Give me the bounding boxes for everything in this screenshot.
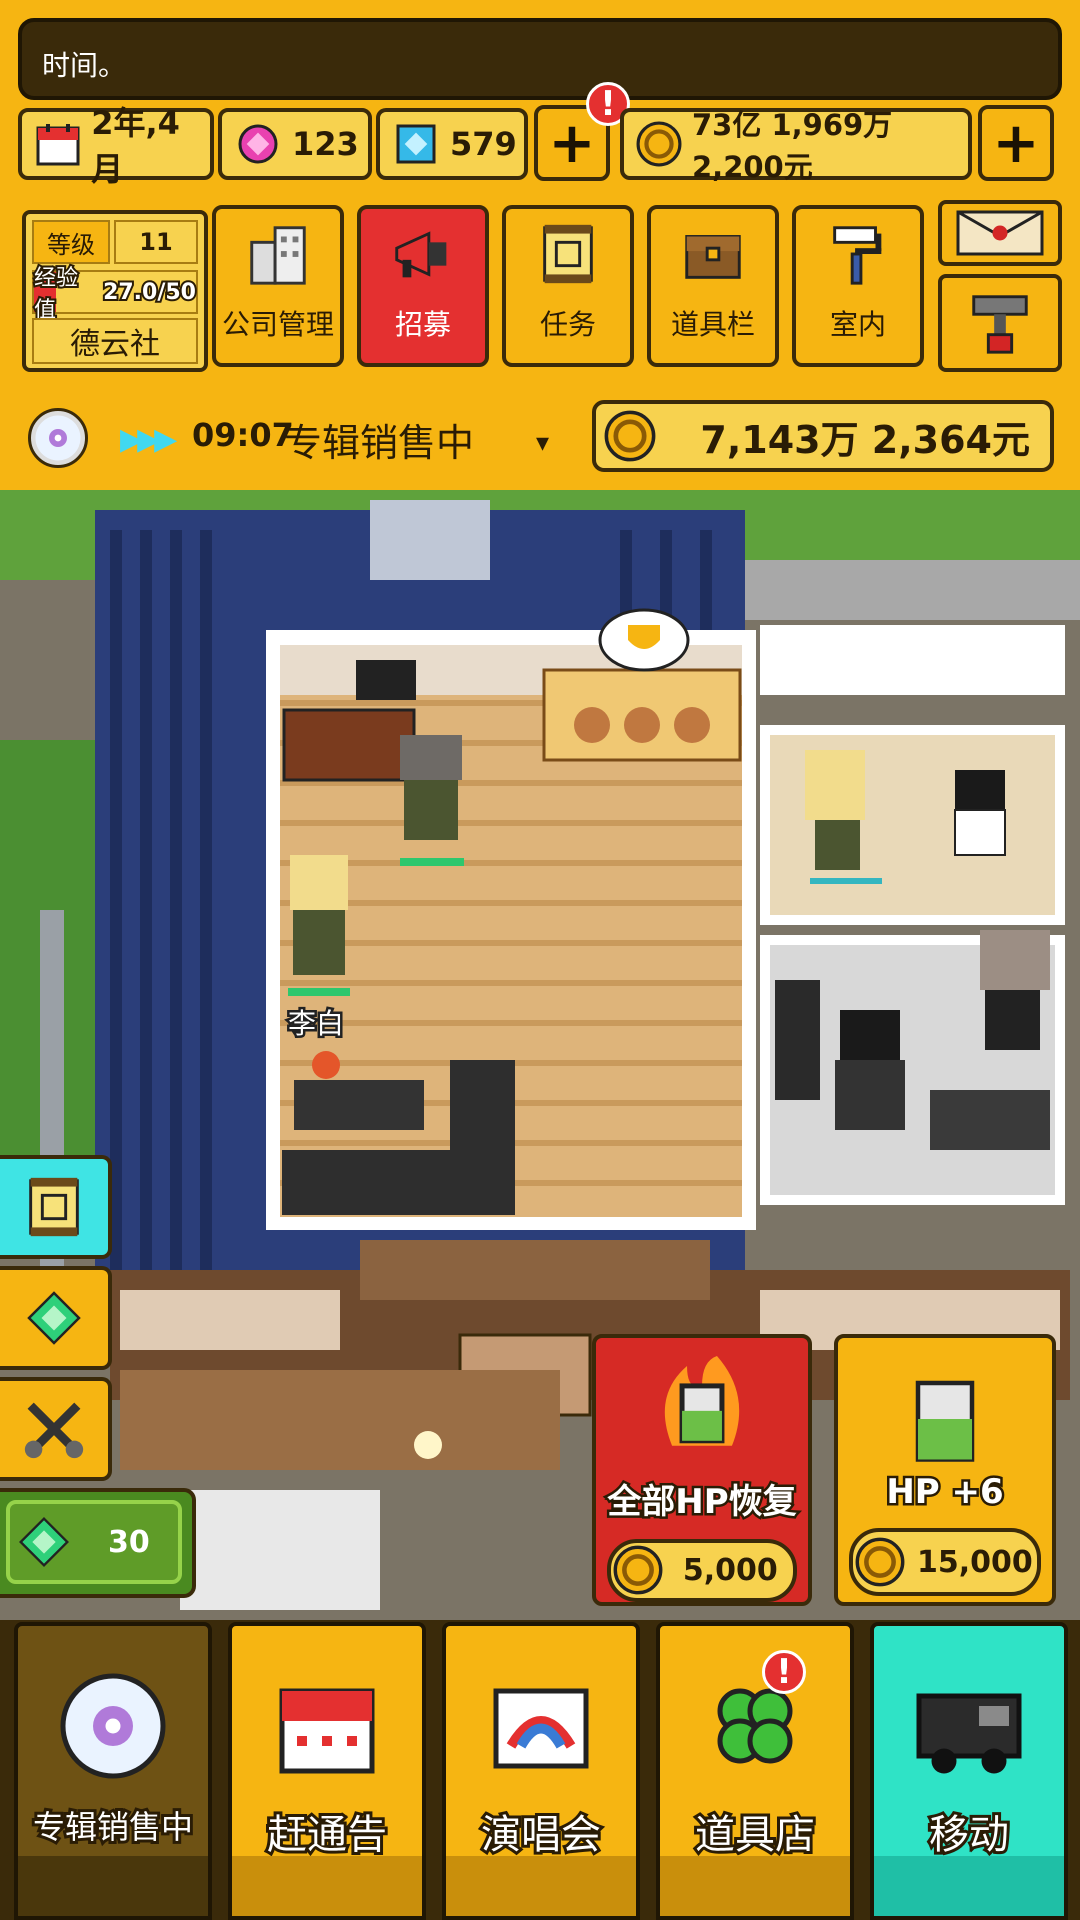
mail-and-build-stack	[938, 200, 1062, 372]
exp-value: 27.0/50	[101, 278, 198, 307]
recruit-button[interactable]: 招募	[357, 205, 489, 367]
coin-icon	[855, 1537, 905, 1587]
diamond-count: 30	[108, 1524, 150, 1560]
status-timer: 09:07	[192, 416, 294, 454]
nav-rush-schedule-label: 赶通告	[264, 1809, 390, 1861]
nav-album-sales-label: 专辑销售中	[30, 1805, 196, 1849]
nav-album-sales[interactable]: 专辑销售中	[14, 1622, 212, 1920]
hp-plus-six-button[interactable]: HP +6 15,000	[834, 1334, 1056, 1606]
earnings-text: 7,143万 2,364元	[700, 417, 1030, 462]
blue-gem-count: 579	[450, 125, 517, 163]
album-disc-icon	[28, 408, 88, 468]
money-text: 73亿 1,969万 2,200元	[692, 108, 893, 184]
nav-rush-schedule[interactable]: 赶通告	[228, 1622, 426, 1920]
hammer-icon	[972, 295, 1028, 354]
earnings-coin-icon	[604, 410, 656, 462]
building-icon	[250, 226, 306, 285]
full-hp-restore-cost-value: 5,000	[682, 1552, 778, 1588]
level-value: 11	[114, 220, 198, 264]
nav-concert-label: 演唱会	[478, 1809, 604, 1861]
megaphone-icon	[395, 231, 447, 278]
scroll-icon	[543, 224, 593, 284]
diamond-button[interactable]	[0, 1266, 112, 1370]
character-name-label: 李白	[285, 1005, 346, 1043]
nav-item-shop[interactable]: 道具店	[656, 1622, 854, 1920]
date-text: 2年,4月	[91, 104, 180, 188]
tasks-button[interactable]: 任务	[502, 205, 634, 367]
inventory-button[interactable]: 道具栏	[647, 205, 779, 367]
interior-button[interactable]: 室内	[792, 205, 924, 367]
status-activity: 专辑销售中	[284, 421, 475, 465]
dropdown-arrow-icon[interactable]: ▾	[536, 428, 549, 458]
nav-item-shop-label: 道具店	[692, 1809, 818, 1861]
company-name: 德云社	[32, 318, 198, 364]
tasks-label: 任务	[539, 308, 596, 341]
full-hp-restore-cost: 5,000	[606, 1538, 798, 1602]
item-shop-alert-badge: !	[762, 1650, 806, 1694]
company-management-label: 公司管理	[221, 308, 334, 341]
mail-button[interactable]	[938, 200, 1062, 266]
van-icon	[916, 1693, 1022, 1774]
green-gem-icon	[19, 1517, 69, 1567]
full-hp-restore-label: 全部HP恢复	[605, 1479, 799, 1524]
pink-gem-icon	[234, 120, 282, 168]
hp-plus-six-cost-value: 15,000	[916, 1544, 1033, 1580]
envelope-icon	[956, 210, 1044, 256]
calendar-icon	[279, 1688, 375, 1774]
nav-concert[interactable]: 演唱会	[442, 1622, 640, 1920]
nav-move[interactable]: 移动	[870, 1622, 1068, 1920]
coin-icon	[636, 120, 682, 168]
earnings-bar: 7,143万 2,364元	[592, 400, 1054, 472]
tools-button[interactable]	[0, 1377, 112, 1481]
level-panel: 等级 11 经验值 27.0/50 德云社	[22, 210, 208, 372]
blue-gem-display: 579	[376, 108, 528, 180]
green-gem-icon	[27, 1291, 81, 1345]
chest-icon	[685, 235, 741, 279]
scroll-icon	[29, 1177, 79, 1237]
message-bar: 时间。	[18, 18, 1062, 100]
diamond-counter[interactable]: 30	[0, 1488, 196, 1598]
level-label: 等级	[32, 220, 110, 264]
paint-roller-icon	[833, 226, 882, 285]
fast-forward-icon: ▶▶▶	[120, 422, 177, 457]
rainbow-stage-icon	[493, 1688, 589, 1769]
money-display: 73亿 1,969万 2,200元	[620, 108, 972, 184]
date-display: 2年,4月	[18, 104, 214, 188]
full-hp-restore-button[interactable]: 全部HP恢复 5,000	[592, 1334, 812, 1606]
interior-label: 室内	[829, 308, 886, 341]
calendar-icon	[34, 120, 81, 168]
pink-gem-count: 123	[292, 125, 359, 163]
recruit-label: 招募	[394, 308, 451, 341]
hp-plus-six-cost: 15,000	[848, 1528, 1042, 1596]
coin-icon	[613, 1545, 663, 1595]
build-button[interactable]	[938, 274, 1062, 372]
company-management-button[interactable]: 公司管理	[212, 205, 344, 367]
add-money-button[interactable]: +	[978, 105, 1054, 181]
quest-scroll-button[interactable]	[0, 1155, 112, 1259]
exp-label: 经验值	[32, 264, 80, 325]
album-disc-icon	[60, 1673, 166, 1779]
inventory-label: 道具栏	[670, 308, 755, 341]
pink-gem-display: 123	[218, 108, 372, 180]
jar-icon	[915, 1380, 975, 1462]
hp-plus-six-label: HP +6	[884, 1470, 1006, 1515]
nav-move-label: 移动	[926, 1809, 1012, 1861]
crossed-tools-icon	[24, 1402, 84, 1459]
flaming-jar-icon	[664, 1355, 740, 1446]
blue-gem-icon	[392, 120, 440, 168]
message-text: 时间。	[42, 49, 127, 82]
